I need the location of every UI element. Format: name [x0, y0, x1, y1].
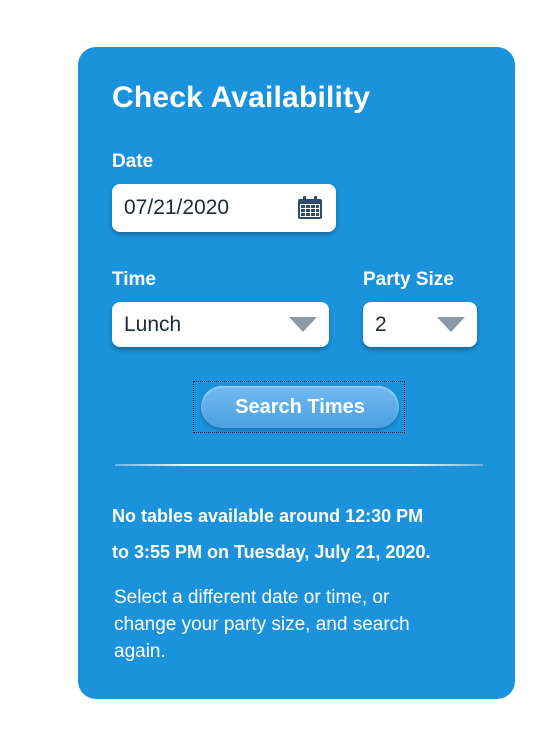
search-hint: Select a different date or time, or chan…	[114, 584, 474, 665]
hint-line: Select a different date or time, or	[114, 587, 390, 608]
time-select[interactable]: Lunch	[112, 302, 329, 347]
calendar-icon[interactable]	[296, 195, 324, 221]
check-availability-panel: Check Availability Date 07/21/2020 Time …	[78, 47, 515, 699]
date-field[interactable]: 07/21/2020	[112, 184, 336, 232]
party-size-select[interactable]: 2	[363, 302, 477, 347]
divider	[115, 464, 483, 466]
dropdown-caret-icon	[437, 317, 465, 332]
dropdown-caret-icon	[289, 317, 317, 332]
no-availability-notice: No tables available around 12:30 PM to 3…	[112, 498, 497, 570]
date-label: Date	[112, 151, 154, 172]
hint-line: again.	[114, 641, 166, 662]
time-selected-value: Lunch	[124, 312, 182, 336]
notice-line: No tables available around 12:30 PM	[112, 506, 424, 526]
time-label: Time	[112, 269, 157, 290]
search-button-focus-ring: Search Times	[193, 381, 405, 433]
panel-title: Check Availability	[112, 81, 371, 114]
notice-line: to 3:55 PM on Tuesday, July 21, 2020.	[112, 542, 431, 562]
party-size-selected-value: 2	[375, 312, 387, 336]
hint-line: change your party size, and search	[114, 614, 410, 635]
party-size-label: Party Size	[363, 269, 454, 290]
search-times-button[interactable]: Search Times	[201, 386, 399, 428]
date-value: 07/21/2020	[124, 196, 230, 219]
